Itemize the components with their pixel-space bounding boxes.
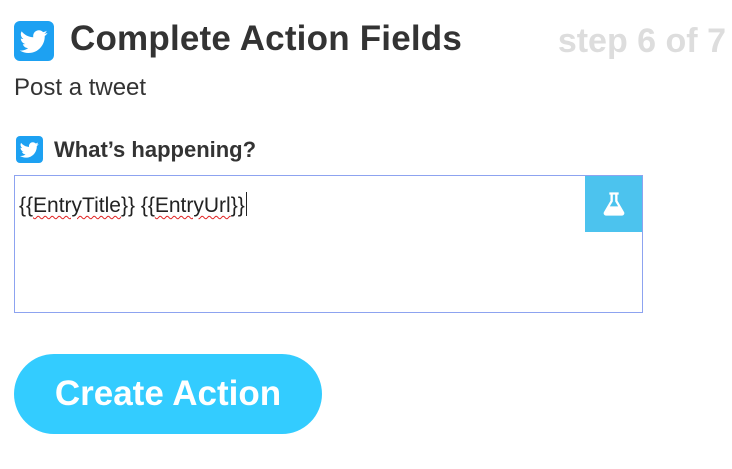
twitter-bird-icon (14, 21, 54, 61)
ingredient-entry-url: EntryUrl (154, 194, 231, 217)
tweet-text-field[interactable]: {{EntryTitle}} {{EntryUrl}} (14, 175, 643, 313)
header: Complete Action Fields step 6 of 7 (14, 18, 726, 66)
step-indicator: step 6 of 7 (557, 22, 726, 60)
tweet-text-value[interactable]: {{EntryTitle}} {{EntryUrl}} (19, 192, 247, 218)
text-segment: {{ (19, 194, 34, 217)
add-ingredient-button[interactable] (585, 176, 642, 232)
text-segment: }} {{ (120, 194, 155, 217)
twitter-bird-icon (16, 136, 43, 163)
ingredient-entry-title: EntryTitle (33, 194, 121, 217)
text-segment: }} (230, 194, 245, 217)
action-subtitle: Post a tweet (14, 74, 147, 101)
field-label: What’s happening? (54, 137, 257, 162)
page-title: Complete Action Fields (70, 19, 463, 58)
create-action-button[interactable]: Create Action (14, 354, 322, 434)
page: Complete Action Fields step 6 of 7 Post … (0, 0, 732, 469)
text-caret (245, 192, 247, 216)
flask-icon (603, 192, 624, 216)
